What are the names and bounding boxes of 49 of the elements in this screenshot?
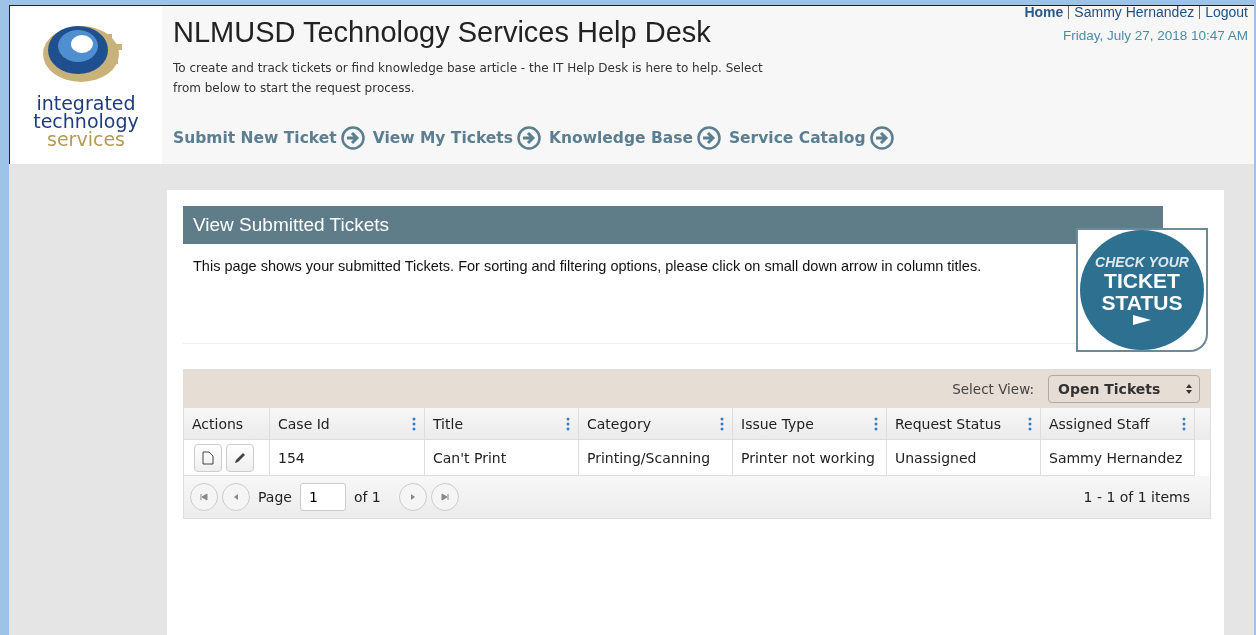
page-title: NLMUSD Technology Services Help Desk <box>173 16 712 49</box>
badge-text: STATUS <box>1101 292 1183 314</box>
nav-link[interactable]: Knowledge Base <box>548 126 721 150</box>
column-header[interactable]: Request Status <box>887 408 1041 440</box>
top-link[interactable]: Sammy Hernandez <box>1074 5 1195 20</box>
arrow-circle-icon <box>516 126 541 150</box>
column-header[interactable]: Actions <box>184 408 270 440</box>
triangle-left-icon <box>232 493 240 501</box>
top-link[interactable]: Logout <box>1205 5 1248 20</box>
status-badge[interactable]: CHECK YOUR TICKET STATUS <box>1076 228 1208 352</box>
pencil-icon <box>233 450 247 465</box>
logo-text: services <box>47 130 125 148</box>
first-page-icon <box>200 493 208 501</box>
next-page-button[interactable] <box>398 483 427 511</box>
spinner-arrows-icon <box>1185 383 1193 395</box>
last-page-button[interactable] <box>430 483 459 511</box>
triangle-right-icon <box>408 493 417 501</box>
column-header[interactable]: Issue Type <box>733 408 887 440</box>
column-header[interactable]: Assigned Staff <box>1041 408 1195 440</box>
document-icon <box>202 450 214 465</box>
nav-link[interactable]: Submit New Ticket <box>173 126 365 150</box>
edit-button[interactable] <box>226 443 254 472</box>
logo-text: integrated <box>36 94 136 112</box>
intro-text: To create and track tickets or find knowledge base article - the IT Help Desk is here to help. Select from below to start the request process. <box>173 60 764 97</box>
select-label: Select View: <box>952 381 1034 397</box>
page-label: Page <box>258 489 292 505</box>
top-link[interactable]: Home <box>1024 5 1064 20</box>
date-time: Friday, July 27, 2018 10:47 AM <box>1062 28 1248 43</box>
view-select[interactable]: Open Tickets <box>1048 375 1200 403</box>
item-count: 1 - 1 of 1 items <box>1083 489 1190 505</box>
badge-text: TICKET <box>1104 270 1180 292</box>
column-header[interactable]: Title <box>425 408 579 440</box>
nav-link[interactable]: Service Catalog <box>728 126 894 150</box>
previous-page-button[interactable] <box>222 483 250 511</box>
column-header[interactable]: Category <box>579 408 733 440</box>
arrow-circle-icon <box>340 126 365 150</box>
page-input[interactable]: 1 <box>299 483 346 511</box>
description-text: This page shows your submitted Tickets. For sorting and filtering options, please click on small down arrow in column titles. <box>193 257 983 276</box>
first-page-button[interactable] <box>190 483 218 511</box>
arrow-circle-icon <box>869 126 894 150</box>
last-page-icon <box>440 493 449 501</box>
badge-text: CHECK YOUR <box>1095 254 1189 270</box>
panel-header: View Submitted Tickets <box>183 206 1163 244</box>
logo-text: technology <box>33 112 139 130</box>
nav-link[interactable]: View My Tickets <box>372 126 541 150</box>
arrow-circle-icon <box>696 126 721 150</box>
play-icon <box>1132 314 1152 326</box>
page-count: of 1 <box>353 489 381 505</box>
column-header[interactable]: Case Id <box>270 408 425 440</box>
